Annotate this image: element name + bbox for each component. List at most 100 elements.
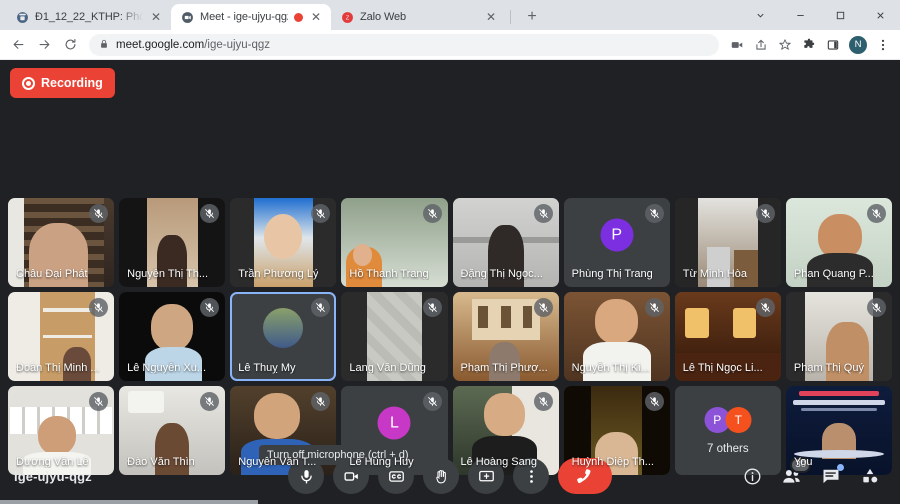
forward-icon[interactable] [32, 33, 56, 57]
participant-photo [263, 307, 304, 348]
raise-hand-button[interactable] [423, 458, 459, 494]
mic-off-icon [316, 209, 326, 218]
mic-off-icon [205, 209, 215, 218]
url-domain: meet.google.com [116, 38, 205, 51]
present-icon [478, 470, 494, 481]
mic-off-icon [94, 303, 103, 312]
participant-name: Đoàn Thị Minh ... [16, 362, 100, 374]
participant-tile[interactable]: Từ Minh Hòa [674, 198, 781, 287]
participant-tile[interactable]: Lang Văn Dũng [341, 292, 448, 381]
tab-search-chevron-icon[interactable] [740, 0, 780, 30]
mic-off-icon [538, 209, 548, 218]
participant-grid: Châu Đại Phát Nguyễn Thị Th... Trần Phương… [8, 198, 892, 475]
mic-off-icon [205, 397, 215, 406]
media-cast-icon[interactable] [726, 34, 748, 56]
participant-muted-icon [644, 298, 664, 317]
mic-off-icon [538, 303, 548, 312]
participant-avatar: L [377, 406, 411, 440]
maximize-icon[interactable] [820, 0, 860, 30]
reload-icon[interactable] [58, 33, 82, 57]
participant-name: Lang Văn Dũng [349, 362, 426, 374]
hangup-icon [577, 469, 591, 484]
participant-name: Phùng Thị Trang [571, 268, 653, 280]
participant-tile[interactable]: Lê Nguyễn Xu... [119, 292, 226, 381]
close-icon[interactable]: ✕ [149, 10, 163, 24]
new-tab-button[interactable]: + [519, 4, 545, 30]
profile-avatar[interactable]: N [849, 35, 867, 54]
participant-tile[interactable]: Phạm Thị Quý [785, 292, 892, 381]
participant-tile[interactable]: Lê Thuỵ My [230, 292, 337, 381]
participant-muted-icon [89, 392, 109, 411]
mic-off-icon [94, 209, 103, 218]
participant-tile[interactable]: Huỳnh Diệp Th... [563, 386, 670, 475]
participant-tile[interactable]: P Phùng Thị Trang [563, 198, 670, 287]
meeting-details-button[interactable] [743, 467, 762, 486]
participant-name: Trần Phương Lý [238, 268, 319, 280]
bookmark-star-icon[interactable] [774, 34, 796, 56]
address-bar-url: meet.google.com/ige-ujyu-qgz [116, 39, 270, 51]
side-panel-icon[interactable] [822, 34, 844, 56]
participant-name: Đào Văn Thìn [127, 456, 195, 468]
share-icon[interactable] [750, 34, 772, 56]
participant-name: Nguyễn Thị Ki... [571, 362, 650, 374]
mic-off-icon [649, 303, 659, 312]
participant-muted-icon [644, 392, 664, 411]
participant-tile[interactable]: Nguyễn Thị Ki... [563, 292, 670, 381]
close-icon[interactable]: ✕ [309, 10, 323, 24]
others-avatar-stack: PT [704, 406, 752, 433]
address-bar[interactable]: meet.google.com/ige-ujyu-qgz [89, 33, 719, 56]
participant-tile[interactable]: Đặng Thị Ngọc... [452, 198, 559, 287]
meet-app: Recording Châu Đại Phát Nguyễn Thị Th... T… [0, 60, 900, 504]
participant-muted-icon [867, 204, 886, 223]
activities-button[interactable] [860, 466, 880, 486]
browser-tab-2[interactable]: Meet - ige-ujyu-qgz ✕ [171, 4, 331, 30]
participant-tile[interactable]: Hồ Thanh Trang [341, 198, 448, 287]
browser-toolbar: meet.google.com/ige-ujyu-qgz N [0, 30, 900, 60]
participant-tile[interactable]: Phạm Thị Phượ... [452, 292, 559, 381]
participant-name: Huỳnh Diệp Th... [571, 456, 654, 468]
participant-name: Lê Thuỵ My [238, 362, 296, 374]
mic-icon [300, 469, 312, 484]
participant-name: Lê Thị Ngọc Li... [682, 362, 763, 374]
lock-icon [99, 36, 109, 54]
zalo-icon: Z [340, 10, 354, 24]
participant-muted-icon [867, 298, 886, 317]
tab-recording-indicator-icon [294, 12, 303, 22]
browser-tab-3[interactable]: Z Zalo Web ✕ [331, 4, 506, 30]
participant-name: Nguyễn Thị Th... [127, 268, 209, 280]
meet-icon [180, 10, 194, 24]
chrome-menu-icon[interactable] [872, 34, 894, 56]
mic-off-icon [316, 397, 326, 406]
more-vert-icon [529, 469, 533, 483]
participant-tile[interactable]: Châu Đại Phát [8, 198, 115, 287]
participant-tile[interactable]: Nguyễn Thị Th... [119, 198, 226, 287]
page-scrollbar-thumb[interactable] [0, 500, 258, 504]
browser-tab-1[interactable]: Đ1_12_22_KTHP: Phòng điểm da ✕ [6, 4, 171, 30]
mic-off-icon [427, 397, 437, 406]
participant-tile[interactable]: Trần Phương Lý [230, 198, 337, 287]
participant-tile[interactable]: Đoàn Thị Minh ... [8, 292, 115, 381]
mic-off-icon [761, 303, 770, 312]
mic-off-icon [649, 209, 659, 218]
participant-muted-icon [422, 204, 442, 223]
participant-tile[interactable]: Phan Quang P... [785, 198, 892, 287]
participant-avatar: P [600, 218, 634, 252]
extensions-puzzle-icon[interactable] [798, 34, 820, 56]
participant-muted-icon [533, 392, 553, 411]
show-everyone-button[interactable]: 30 [781, 456, 811, 487]
participant-name: Phạm Thị Quý [793, 362, 864, 374]
record-circle-icon [22, 76, 35, 90]
participant-name: Phan Quang P... [793, 268, 874, 280]
minimize-icon[interactable] [780, 0, 820, 30]
participant-name: Lê Nguyễn Xu... [127, 362, 207, 374]
mic-off-icon [427, 303, 437, 312]
window-close-icon[interactable] [860, 0, 900, 30]
participant-tile[interactable]: Lê Thị Ngọc Li... [674, 292, 781, 381]
browser-tab-1-title: Đ1_12_22_KTHP: Phòng điểm da [35, 11, 143, 23]
back-icon[interactable] [6, 33, 30, 57]
mic-off-icon [427, 209, 437, 218]
mic-off-icon [205, 303, 215, 312]
chat-unread-dot [837, 464, 844, 471]
chat-button[interactable] [821, 464, 844, 486]
close-icon[interactable]: ✕ [484, 10, 498, 24]
